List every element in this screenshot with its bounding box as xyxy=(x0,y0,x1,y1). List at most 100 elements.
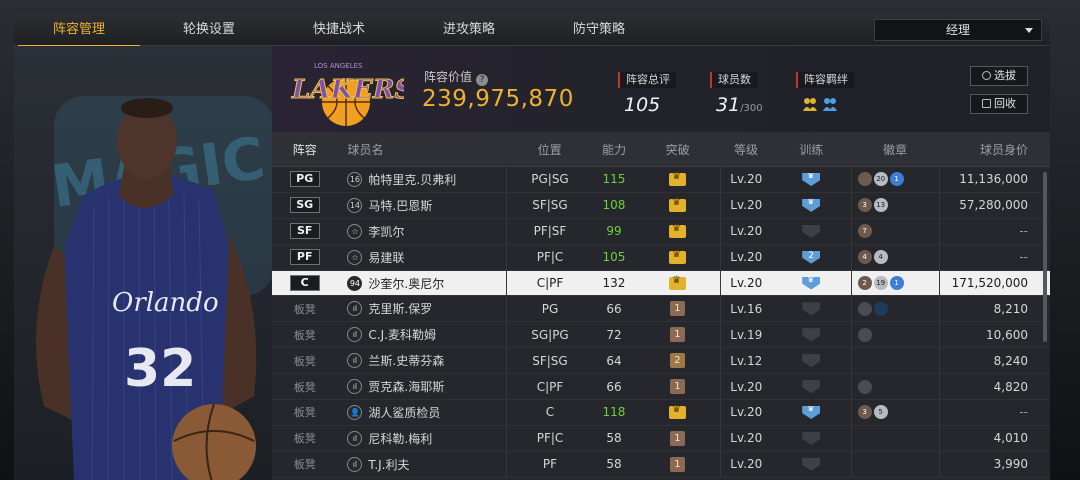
team-logo: LAKERS LOS ANGELES xyxy=(291,62,404,126)
bond-gold-icon[interactable] xyxy=(802,96,818,112)
value-cell: 3,990 xyxy=(939,451,1050,477)
badges-cell xyxy=(850,451,940,477)
breakthrough-cell xyxy=(635,249,720,264)
position-cell: SF|SG xyxy=(506,348,593,374)
training-cell xyxy=(772,224,851,238)
header-name[interactable]: 球员名 xyxy=(337,141,506,158)
badges-cell: 44 xyxy=(850,244,940,270)
header-breakthrough[interactable]: 突破 xyxy=(635,141,720,158)
badges-cell xyxy=(850,425,940,451)
badges-cell: 7 xyxy=(850,218,940,244)
header-position[interactable]: 位置 xyxy=(506,141,593,158)
badges-cell xyxy=(850,374,940,400)
slot-tag: C xyxy=(289,275,320,291)
header-level[interactable]: 等级 xyxy=(720,141,772,158)
player-name: 易建联 xyxy=(368,250,405,265)
bench-label: 板凳 xyxy=(293,302,316,316)
table-row[interactable]: PF ☆ 易建联 PF|C 105 Lv.20 44 -- xyxy=(272,244,1050,271)
scrollbar[interactable] xyxy=(1043,172,1047,342)
level-cell: Lv.19 xyxy=(719,322,772,348)
player-name: 沙奎尔.奥尼尔 xyxy=(368,276,445,291)
level-cell: Lv.20 xyxy=(719,270,772,296)
training-cell xyxy=(772,276,851,290)
table-row[interactable]: 板凳 👤 湖人鲨质检员 C 118 Lv.20 35 -- xyxy=(272,400,1050,426)
name-cell: ıl 尼科勒.梅利 xyxy=(337,430,506,447)
crown-icon xyxy=(668,275,686,290)
tab-0[interactable]: 阵容管理 xyxy=(14,14,144,47)
badge-icon: 13 xyxy=(873,198,888,213)
crown-icon xyxy=(668,223,686,238)
breakthrough-cell xyxy=(635,223,720,238)
tab-2[interactable]: 快捷战术 xyxy=(274,14,404,46)
help-icon[interactable]: ? xyxy=(476,74,489,86)
name-cell: ıl 兰斯.史蒂芬森 xyxy=(337,352,506,369)
bond-blue-icon[interactable] xyxy=(822,96,838,112)
player-count-max: /300 xyxy=(740,103,763,114)
role-dropdown[interactable]: 经理 xyxy=(874,19,1042,41)
badge-icon: 20 xyxy=(873,172,888,187)
player-number-icon: 14 xyxy=(347,197,363,213)
training-cell xyxy=(772,457,851,471)
value-cell: 4,820 xyxy=(939,374,1050,400)
slot-cell: C xyxy=(272,275,337,291)
breakthrough-cell xyxy=(635,404,720,419)
ability-cell: 132 xyxy=(602,276,626,290)
player-name: 马特.巴恩斯 xyxy=(368,198,433,213)
table-row[interactable]: 板凳 ıl C.J.麦科勒姆 SG|PG 72 1 Lv.19 10,600 xyxy=(272,322,1050,349)
slot-tag: SG xyxy=(289,197,320,214)
header-slot[interactable]: 阵容 xyxy=(272,141,337,158)
table-row[interactable]: 板凳 ıl 贾克森.海耶斯 C|PF 66 1 Lv.20 4,820 xyxy=(272,374,1050,401)
table-row[interactable]: SF ☆ 李凯尔 PF|SF 99 Lv.20 7 -- xyxy=(272,218,1050,245)
table-row[interactable]: C 94 沙奎尔.奥尼尔 C|PF 132 Lv.20 2191 171,520… xyxy=(272,270,1050,297)
level-cell: Lv.12 xyxy=(719,348,772,374)
training-cell xyxy=(772,405,851,419)
table-row[interactable]: 板凳 ıl T.J.利夫 PF 58 1 Lv.20 3,990 xyxy=(272,451,1050,478)
badges-cell: 20 1 xyxy=(850,167,940,192)
bench-label: 板凳 xyxy=(293,458,316,472)
table-row[interactable]: PG 16 帕特里克.贝弗利 PG|SG 115 Lv.20 201 11,13… xyxy=(272,167,1050,193)
training-cell xyxy=(772,354,851,368)
breakthrough-lock-icon: 1 xyxy=(669,456,685,472)
tab-4[interactable]: 防守策略 xyxy=(534,14,664,46)
value-cell: 57,280,000 xyxy=(939,192,1050,218)
training-cell xyxy=(772,250,851,264)
value-cell: 4,010 xyxy=(939,425,1050,451)
table-row[interactable]: 板凳 ıl 兰斯.史蒂芬森 SF|SG 64 2 Lv.12 8,240 xyxy=(272,348,1050,375)
training-shield-icon xyxy=(802,354,821,368)
header-value[interactable]: 球员身价 xyxy=(939,132,1050,166)
player-name: 湖人鲨质检员 xyxy=(368,405,441,420)
value-cell: -- xyxy=(939,244,1050,270)
value-cell: -- xyxy=(939,218,1050,244)
value-cell: 8,240 xyxy=(939,348,1050,374)
tab-1[interactable]: 轮换设置 xyxy=(144,14,274,46)
player-number-icon: ıl xyxy=(347,456,363,472)
name-cell: ıl T.J.利夫 xyxy=(337,456,506,473)
position-cell: C|PF xyxy=(506,270,593,296)
slot-cell: PG xyxy=(272,171,337,188)
recycle-button[interactable]: 回收 xyxy=(970,94,1028,114)
lineup-value: 239,975,870 xyxy=(422,86,574,112)
bench-label: 板凳 xyxy=(293,328,316,342)
tab-3[interactable]: 进攻策略 xyxy=(404,14,534,46)
badge-icon: 19 xyxy=(873,276,888,290)
training-shield-icon xyxy=(802,172,821,186)
badges-cell xyxy=(850,322,940,348)
select-button-label: 选拔 xyxy=(994,69,1016,82)
position-cell: C|PF xyxy=(506,374,593,400)
player-figure: MAGIC Orlando 32 xyxy=(36,98,269,480)
position-cell: PG|SG xyxy=(506,167,593,192)
badge-icon: 4 xyxy=(873,250,888,265)
header-training[interactable]: 训练 xyxy=(772,141,851,158)
header-ability[interactable]: 能力 xyxy=(593,141,635,158)
position-cell: SG|PG xyxy=(506,322,593,348)
breakthrough-cell: 1 xyxy=(635,301,720,317)
badge-icon xyxy=(873,301,888,316)
table-row[interactable]: 板凳 ıl 尼科勒.梅利 PF|C 58 1 Lv.20 4,010 xyxy=(272,425,1050,452)
table-row[interactable]: 板凳 ıl 克里斯.保罗 PG 66 1 Lv.16 8,210 xyxy=(272,296,1050,323)
header-badges[interactable]: 徽章 xyxy=(851,132,940,166)
level-cell: Lv.20 xyxy=(719,374,772,400)
slot-cell: 板凳 xyxy=(272,353,337,369)
select-button[interactable]: 选拔 xyxy=(970,66,1028,86)
lineup-value-label: 阵容价值? xyxy=(424,68,489,86)
table-row[interactable]: SG 14 马特.巴恩斯 SF|SG 108 Lv.20 313 57,280,… xyxy=(272,192,1050,219)
